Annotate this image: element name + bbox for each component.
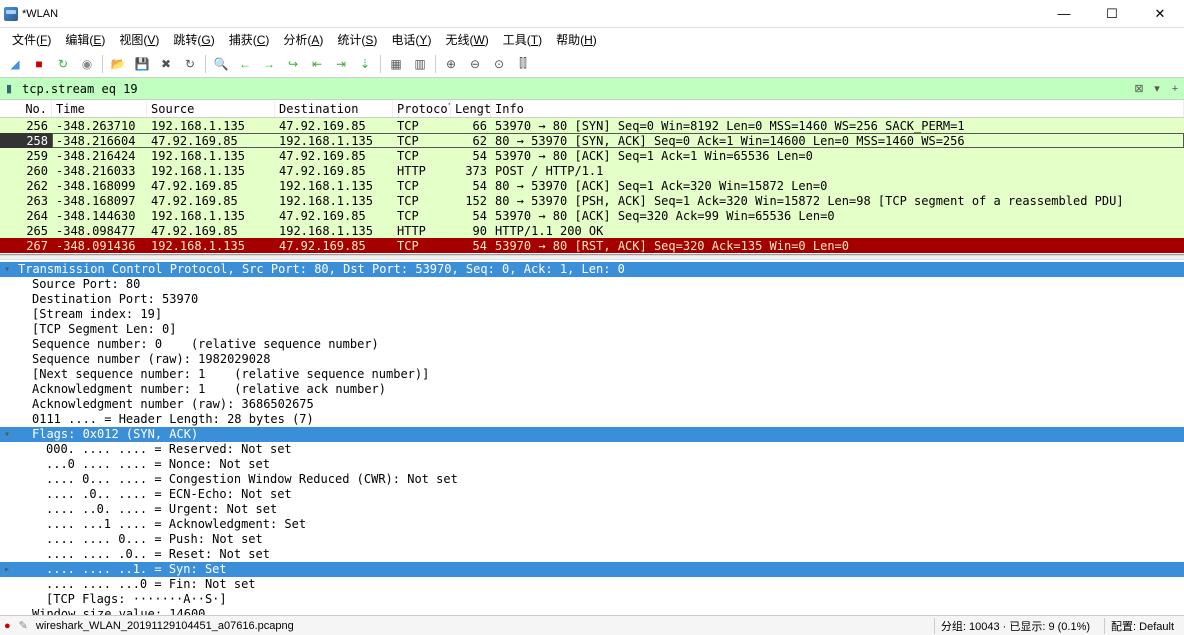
packet-row[interactable]: 267-348.091436192.168.1.13547.92.169.85T… (0, 238, 1184, 253)
find-icon[interactable]: 🔍 (210, 53, 232, 75)
detail-line[interactable]: .... ..0. .... = Urgent: Not set (0, 502, 1184, 517)
options-icon[interactable]: ◉ (76, 53, 98, 75)
menu-item[interactable]: 分析(A) (277, 29, 329, 50)
zoom-out-icon[interactable]: ⊖ (464, 53, 486, 75)
window-title: *WLAN (22, 8, 58, 20)
colorize-icon[interactable]: ▦ (385, 53, 407, 75)
status-bar: ● ✎ wireshark_WLAN_20191129104451_a07616… (0, 615, 1184, 635)
first-icon[interactable]: ⇤ (306, 53, 328, 75)
restart-capture-icon[interactable]: ↻ (52, 53, 74, 75)
expert-info-icon[interactable]: ● (4, 620, 11, 632)
auto-scroll-icon[interactable]: ⇣ (354, 53, 376, 75)
packet-row[interactable]: 259-348.216424192.168.1.13547.92.169.85T… (0, 148, 1184, 163)
detail-line[interactable]: [Next sequence number: 1 (relative seque… (0, 367, 1184, 382)
filter-dropdown-icon[interactable]: ▾ (1148, 82, 1166, 95)
detail-line[interactable]: Acknowledgment number (raw): 3686502675 (0, 397, 1184, 412)
menu-item[interactable]: 视图(V) (113, 29, 165, 50)
packet-details[interactable]: Transmission Control Protocol, Src Port:… (0, 260, 1184, 625)
jump-icon[interactable]: ↪ (282, 53, 304, 75)
detail-line[interactable]: .... .... .0.. = Reset: Not set (0, 547, 1184, 562)
menu-item[interactable]: 工具(T) (497, 29, 548, 50)
packet-row[interactable]: 262-348.16809947.92.169.85192.168.1.135T… (0, 178, 1184, 193)
menu-item[interactable]: 帮助(H) (550, 29, 603, 50)
col-no[interactable]: No. (0, 100, 52, 117)
detail-line[interactable]: Flags: 0x012 (SYN, ACK) (0, 427, 1184, 442)
detail-line[interactable]: .... ...1 .... = Acknowledgment: Set (0, 517, 1184, 532)
packet-row[interactable]: 263-348.16809747.92.169.85192.168.1.135T… (0, 193, 1184, 208)
capture-comment-icon[interactable]: ✎ (19, 619, 28, 632)
detail-line[interactable]: Destination Port: 53970 (0, 292, 1184, 307)
filter-bookmark-icon[interactable]: ▮ (0, 82, 18, 95)
detail-line[interactable]: .... .... ...0 = Fin: Not set (0, 577, 1184, 592)
stop-capture-icon[interactable]: ■ (28, 53, 50, 75)
menu-item[interactable]: 跳转(G) (167, 29, 220, 50)
detail-line[interactable]: .... .0.. .... = ECN-Echo: Not set (0, 487, 1184, 502)
detail-line[interactable]: ...0 .... .... = Nonce: Not set (0, 457, 1184, 472)
toolbar: ◢ ■ ↻ ◉ 📂 💾 ✖ ↻ 🔍 ← → ↪ ⇤ ⇥ ⇣ ▦ ▥ ⊕ ⊖ ⊙ … (0, 50, 1184, 78)
detail-line[interactable]: Acknowledgment number: 1 (relative ack n… (0, 382, 1184, 397)
status-packet-count: 分组: 10043 · 已显示: 9 (0.1%) (934, 618, 1096, 634)
packet-list-header: No. Time Source Destination Protocol Len… (0, 100, 1184, 118)
col-info[interactable]: Info (491, 100, 1184, 117)
zoom-reset-icon[interactable]: ⊙ (488, 53, 510, 75)
detail-line[interactable]: .... .... 0... = Push: Not set (0, 532, 1184, 547)
filter-add-icon[interactable]: + (1166, 83, 1184, 95)
display-filter-input[interactable] (18, 80, 1130, 98)
status-profile[interactable]: 配置: Default (1104, 618, 1180, 634)
detail-line[interactable]: .... 0... .... = Congestion Window Reduc… (0, 472, 1184, 487)
detail-line[interactable]: [TCP Segment Len: 0] (0, 322, 1184, 337)
detail-line[interactable]: Sequence number: 0 (relative sequence nu… (0, 337, 1184, 352)
close-button[interactable]: ✕ (1140, 6, 1180, 22)
resize-cols-icon[interactable]: ⫿⫿ (512, 53, 534, 75)
menu-item[interactable]: 无线(W) (439, 29, 494, 50)
detail-line[interactable]: [TCP Flags: ·······A··S·] (0, 592, 1184, 607)
col-time[interactable]: Time (52, 100, 147, 117)
title-bar: *WLAN — ☐ ✕ (0, 0, 1184, 28)
menu-item[interactable]: 编辑(E) (59, 29, 111, 50)
maximize-button[interactable]: ☐ (1092, 6, 1132, 22)
start-capture-icon[interactable]: ◢ (4, 53, 26, 75)
detail-line[interactable]: 000. .... .... = Reserved: Not set (0, 442, 1184, 457)
detail-line[interactable]: Transmission Control Protocol, Src Port:… (0, 262, 1184, 277)
next-icon[interactable]: → (258, 53, 280, 75)
packet-row[interactable]: 256-348.263710192.168.1.13547.92.169.85T… (0, 118, 1184, 133)
minimize-button[interactable]: — (1044, 6, 1084, 22)
menu-item[interactable]: 文件(F) (6, 29, 57, 50)
detail-line[interactable]: 0111 .... = Header Length: 28 bytes (7) (0, 412, 1184, 427)
open-file-icon[interactable]: 📂 (107, 53, 129, 75)
detail-line[interactable]: Sequence number (raw): 1982029028 (0, 352, 1184, 367)
columns-icon[interactable]: ▥ (409, 53, 431, 75)
col-protocol[interactable]: Protocol (393, 100, 451, 117)
filter-clear-icon[interactable]: ⊠ (1130, 82, 1148, 95)
menu-item[interactable]: 捕获(C) (223, 29, 276, 50)
detail-line[interactable]: [Stream index: 19] (0, 307, 1184, 322)
close-file-icon[interactable]: ✖ (155, 53, 177, 75)
menu-bar: 文件(F)编辑(E)视图(V)跳转(G)捕获(C)分析(A)统计(S)电话(Y)… (0, 28, 1184, 50)
status-file: wireshark_WLAN_20191129104451_a07616.pca… (36, 620, 294, 632)
last-icon[interactable]: ⇥ (330, 53, 352, 75)
prev-icon[interactable]: ← (234, 53, 256, 75)
detail-line[interactable]: Source Port: 80 (0, 277, 1184, 292)
packet-row[interactable]: 260-348.216033192.168.1.13547.92.169.85H… (0, 163, 1184, 178)
menu-item[interactable]: 统计(S) (331, 29, 383, 50)
col-destination[interactable]: Destination (275, 100, 393, 117)
display-filter-bar: ▮ ⊠ ▾ + (0, 78, 1184, 100)
zoom-in-icon[interactable]: ⊕ (440, 53, 462, 75)
detail-line[interactable]: .... .... ..1. = Syn: Set (0, 562, 1184, 577)
packet-list[interactable]: No. Time Source Destination Protocol Len… (0, 100, 1184, 255)
packet-row[interactable]: 265-348.09847747.92.169.85192.168.1.135H… (0, 223, 1184, 238)
app-icon (4, 7, 18, 21)
packet-row[interactable]: 258-348.21660447.92.169.85192.168.1.135T… (0, 133, 1184, 148)
reload-icon[interactable]: ↻ (179, 53, 201, 75)
col-length[interactable]: Length (451, 100, 491, 117)
col-source[interactable]: Source (147, 100, 275, 117)
packet-row[interactable]: 264-348.144630192.168.1.13547.92.169.85T… (0, 208, 1184, 223)
save-file-icon[interactable]: 💾 (131, 53, 153, 75)
menu-item[interactable]: 电话(Y) (385, 29, 437, 50)
